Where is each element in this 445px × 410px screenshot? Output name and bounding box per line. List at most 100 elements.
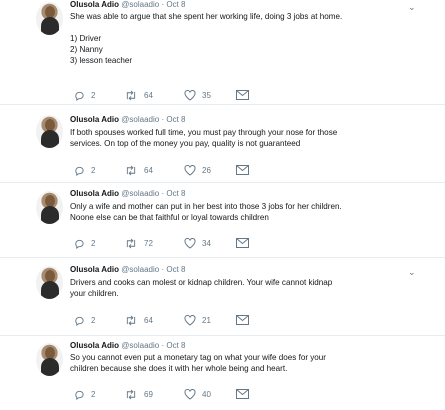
separator: ·: [161, 115, 165, 124]
retweet-icon: [126, 238, 136, 249]
tweet-header: Olusola Adio @solaadio · Oct 8: [70, 0, 185, 10]
heart-icon: [184, 315, 196, 326]
reply-count: 2: [91, 91, 96, 100]
retweet-icon: [126, 90, 136, 101]
envelope-icon: [236, 165, 249, 175]
reply-button[interactable]: 2: [74, 238, 95, 249]
text-line: Noone else can be that faithful or loyal…: [70, 213, 269, 222]
retweet-count: 64: [144, 91, 153, 100]
text-line: Drivers and cooks can molest or kidnap c…: [70, 278, 333, 287]
tweet-header: Olusola Adio @solaadio · Oct 8: [70, 115, 185, 125]
reply-button[interactable]: 2: [74, 165, 95, 176]
text-line: children because she does it with her wh…: [70, 364, 288, 373]
tweet-text: If both spouses worked full time, you mu…: [70, 127, 410, 149]
reply-button[interactable]: 2: [74, 90, 95, 101]
tweet-text: So you cannot even put a monetary tag on…: [70, 352, 410, 374]
reply-button[interactable]: 2: [74, 315, 95, 326]
tweet-date[interactable]: Oct 8: [166, 189, 185, 198]
author-name[interactable]: Olusola Adio: [70, 189, 119, 198]
text-line: 3) lesson teacher: [70, 56, 133, 65]
retweet-icon: [126, 389, 136, 400]
avatar[interactable]: [36, 2, 63, 35]
heart-icon: [184, 238, 196, 249]
text-line: Only a wife and mother can put in her be…: [70, 202, 342, 211]
heart-icon: [184, 165, 196, 176]
text-line: your children.: [70, 289, 119, 298]
dm-button[interactable]: [236, 238, 249, 248]
retweet-button[interactable]: 72: [124, 238, 153, 249]
tweet-header: Olusola Adio @solaadio · Oct 8: [70, 265, 185, 275]
retweet-button[interactable]: 64: [124, 165, 153, 176]
envelope-icon: [236, 238, 249, 248]
dm-button[interactable]: [236, 389, 249, 399]
author-name[interactable]: Olusola Adio: [70, 265, 119, 274]
tweet-date[interactable]: Oct 8: [166, 265, 185, 274]
author-name[interactable]: Olusola Adio: [70, 115, 119, 124]
author-handle[interactable]: @solaadio: [121, 115, 159, 124]
like-count: 40: [202, 390, 211, 399]
text-line: So you cannot even put a monetary tag on…: [70, 353, 327, 362]
reply-count: 2: [91, 239, 96, 248]
tweet-header: Olusola Adio @solaadio · Oct 8: [70, 189, 185, 199]
author-name[interactable]: Olusola Adio: [70, 341, 119, 350]
reply-count: 2: [91, 316, 96, 325]
author-handle[interactable]: @solaadio: [121, 265, 159, 274]
tweet[interactable]: Olusola Adio @solaadio · Oct 8 If both s…: [0, 105, 445, 183]
text-line: She was able to argue that she spent her…: [70, 12, 343, 21]
like-button[interactable]: 34: [184, 238, 211, 249]
tweet-text: Only a wife and mother can put in her be…: [70, 201, 410, 223]
tweet-date[interactable]: Oct 8: [166, 341, 185, 350]
tweet[interactable]: Olusola Adio @solaadio · Oct 8 Only a wi…: [0, 183, 445, 258]
reply-button[interactable]: 2: [74, 389, 95, 400]
tweet-text: Drivers and cooks can molest or kidnap c…: [70, 277, 410, 299]
reply-icon: [75, 316, 84, 326]
heart-icon: [184, 90, 196, 101]
like-button[interactable]: 26: [184, 165, 211, 176]
tweet[interactable]: Olusola Adio @solaadio · Oct 8 ⌄ She was…: [0, 0, 445, 105]
envelope-icon: [236, 315, 249, 325]
dm-button[interactable]: [236, 315, 249, 325]
separator: ·: [161, 189, 165, 198]
retweet-button[interactable]: 64: [124, 315, 153, 326]
retweet-button[interactable]: 64: [124, 90, 153, 101]
retweet-icon: [126, 165, 136, 176]
like-count: 26: [202, 166, 211, 175]
author-handle[interactable]: @solaadio: [121, 341, 159, 350]
envelope-icon: [236, 389, 249, 399]
avatar[interactable]: [36, 266, 63, 299]
retweet-count: 64: [144, 316, 153, 325]
like-count: 34: [202, 239, 211, 248]
retweet-icon: [126, 315, 136, 326]
reply-icon: [75, 91, 84, 101]
tweet[interactable]: Olusola Adio @solaadio · Oct 8 ⌄ Drivers…: [0, 258, 445, 336]
author-handle[interactable]: @solaadio: [121, 189, 159, 198]
text-line: 2) Nanny: [70, 45, 103, 54]
like-button[interactable]: 40: [184, 389, 211, 400]
like-button[interactable]: 35: [184, 90, 211, 101]
text-line: [70, 22, 410, 33]
tweet[interactable]: Olusola Adio @solaadio · Oct 8 So you ca…: [0, 336, 445, 410]
separator: ·: [161, 0, 165, 9]
reply-count: 2: [91, 166, 96, 175]
heart-icon: [184, 389, 196, 400]
tweet-header: Olusola Adio @solaadio · Oct 8: [70, 341, 185, 351]
reply-icon: [75, 166, 84, 176]
like-count: 35: [202, 91, 211, 100]
dm-button[interactable]: [236, 90, 249, 100]
avatar[interactable]: [36, 191, 63, 224]
avatar[interactable]: [36, 115, 63, 148]
tweet-date[interactable]: Oct 8: [166, 0, 185, 9]
chevron-down-icon[interactable]: ⌄: [408, 267, 416, 277]
separator: ·: [161, 265, 165, 274]
text-line: 1) Driver: [70, 34, 102, 43]
retweet-button[interactable]: 69: [124, 389, 153, 400]
like-button[interactable]: 21: [184, 315, 211, 326]
avatar[interactable]: [36, 343, 63, 376]
tweet-date[interactable]: Oct 8: [166, 115, 185, 124]
author-name[interactable]: Olusola Adio: [70, 0, 119, 9]
author-handle[interactable]: @solaadio: [121, 0, 159, 9]
text-line: services. On top of the money you pay, q…: [70, 139, 301, 148]
dm-button[interactable]: [236, 165, 249, 175]
reply-icon: [75, 239, 84, 249]
like-count: 21: [202, 316, 211, 325]
